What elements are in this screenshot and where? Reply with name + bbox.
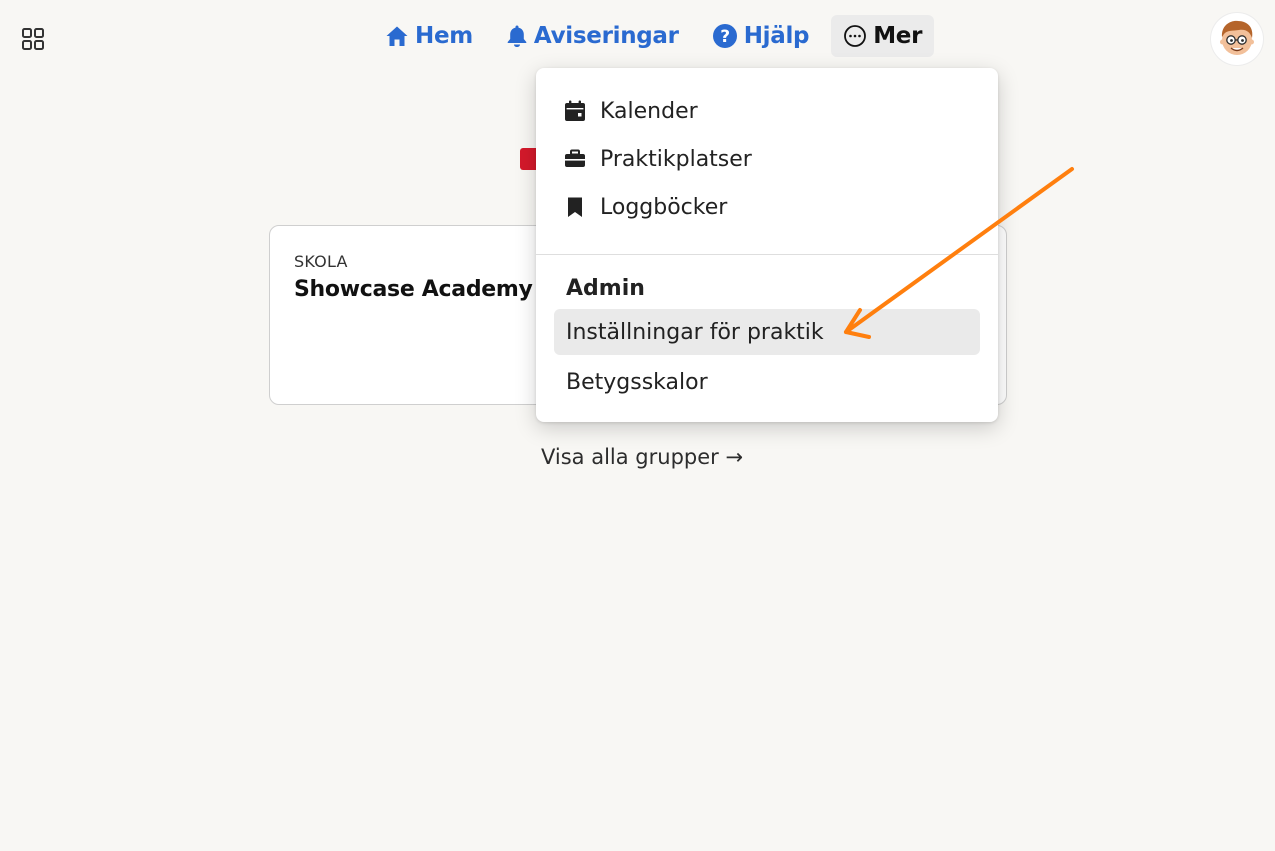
show-all-groups-link[interactable]: Visa alla grupper → [541, 445, 743, 469]
menu-item-label: Kalender [600, 98, 698, 124]
grid-icon [22, 28, 44, 50]
menu-item-installningar-for-praktik[interactable]: Inställningar för praktik [554, 309, 980, 355]
nav-notifications[interactable]: Aviseringar [506, 15, 679, 57]
more-dropdown-menu: Kalender Praktikplatser Loggböcker Admin… [536, 68, 998, 422]
nav-notifications-label: Aviseringar [533, 23, 679, 49]
card-label: SKOLA [294, 252, 348, 271]
menu-item-label: Praktikplatser [600, 146, 752, 172]
nav-home[interactable]: Hem [385, 15, 473, 57]
menu-item-kalender[interactable]: Kalender [554, 88, 980, 134]
nav-more-label: Mer [873, 23, 923, 49]
question-circle-icon: ? [712, 24, 737, 48]
apps-grid-button[interactable] [20, 26, 46, 52]
menu-divider [536, 254, 998, 255]
admin-section-header: Admin [566, 276, 645, 301]
svg-text:?: ? [720, 27, 730, 47]
bell-icon [507, 25, 527, 47]
card-title: Showcase Academy [294, 277, 533, 302]
top-navigation: Hem Aviseringar ? Hjälp Mer [385, 15, 935, 57]
more-circle-icon [844, 25, 867, 47]
menu-item-betygsskalor[interactable]: Betygsskalor [554, 359, 980, 405]
briefcase-icon [565, 149, 585, 167]
menu-item-loggbocker[interactable]: Loggböcker [554, 184, 980, 230]
menu-item-praktikplatser[interactable]: Praktikplatser [554, 136, 980, 182]
user-avatar-button[interactable] [1211, 13, 1263, 65]
menu-item-label: Loggböcker [600, 194, 728, 220]
menu-item-label: Inställningar för praktik [566, 319, 824, 345]
calendar-icon [565, 100, 585, 121]
nav-help[interactable]: ? Hjälp [712, 15, 810, 57]
bookmark-icon [568, 197, 582, 217]
home-icon [386, 26, 408, 46]
menu-item-label: Betygsskalor [566, 369, 708, 395]
nav-help-label: Hjälp [743, 23, 810, 49]
nav-more[interactable]: Mer [831, 15, 935, 57]
user-avatar-cartoon [1220, 20, 1254, 55]
nav-home-label: Hem [415, 23, 473, 49]
